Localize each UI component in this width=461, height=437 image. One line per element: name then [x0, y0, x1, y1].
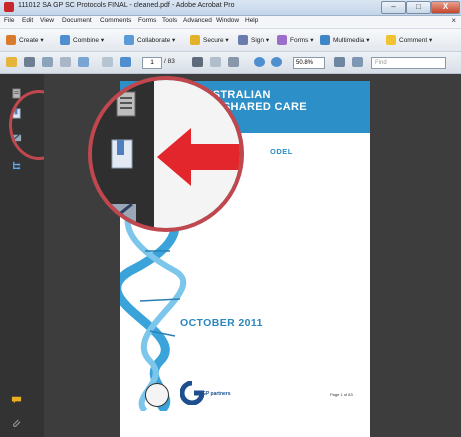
- menu-view[interactable]: View: [40, 17, 54, 24]
- government-crest-logo: [145, 383, 169, 407]
- create-label: Create: [19, 36, 39, 44]
- forms-icon: [277, 35, 287, 45]
- collaborate-button[interactable]: Collaborate ▾: [124, 34, 175, 46]
- film-icon: [320, 35, 330, 45]
- task-toolbar: Create ▾ Combine ▾ Collaborate ▾ Secure …: [0, 29, 461, 52]
- window-title: 111012 SA GP SC Protocols FINAL - cleane…: [18, 2, 235, 9]
- menu-bar: File Edit View Document Comments Forms T…: [0, 16, 461, 29]
- create-button[interactable]: Create ▾: [6, 34, 44, 46]
- attachments-icon[interactable]: [11, 418, 22, 429]
- menu-document[interactable]: Document: [62, 17, 92, 24]
- comment-button[interactable]: Comment ▾: [386, 34, 432, 46]
- document-close-icon[interactable]: ×: [451, 16, 456, 25]
- fit-page-icon[interactable]: [334, 57, 345, 67]
- cover-subtitle: ODEL: [270, 147, 293, 156]
- zoom-in-icon[interactable]: [271, 57, 282, 67]
- close-button[interactable]: X: [431, 1, 460, 14]
- minimize-button[interactable]: –: [381, 1, 406, 14]
- multimedia-label: Multimedia: [333, 36, 365, 44]
- fit-width-icon[interactable]: [352, 57, 363, 67]
- magnified-thumbnails-icon: [116, 91, 136, 117]
- settings-icon[interactable]: [78, 57, 89, 67]
- magnifier-callout: [88, 76, 244, 232]
- menu-advanced[interactable]: Advanced: [183, 17, 212, 24]
- lock-icon: [190, 35, 200, 45]
- sign-label: Sign: [251, 36, 265, 44]
- menu-edit[interactable]: Edit: [22, 17, 33, 24]
- title-bar: 111012 SA GP SC Protocols FINAL - cleane…: [0, 0, 461, 16]
- gp-partners-name: GP partners: [202, 391, 231, 397]
- gp-partners-logo: [180, 381, 204, 405]
- cover-date: OCTOBER 2011: [180, 317, 263, 329]
- combine-icon: [60, 35, 70, 45]
- red-arrow-icon: [157, 128, 240, 186]
- menu-window[interactable]: Window: [216, 17, 239, 24]
- next-page-icon[interactable]: [120, 57, 131, 67]
- magnified-signatures-icon: [110, 202, 136, 222]
- page-total: / 83: [164, 58, 175, 65]
- hand-tool-icon[interactable]: [210, 57, 221, 67]
- menu-file[interactable]: File: [4, 17, 14, 24]
- menu-forms[interactable]: Forms: [138, 17, 156, 24]
- create-icon: [6, 35, 16, 45]
- open-folder-icon[interactable]: [6, 57, 17, 67]
- comment-label: Comment: [399, 36, 428, 44]
- maximize-button[interactable]: □: [406, 1, 431, 14]
- page-number-footer: Page 1 of 83: [330, 392, 353, 397]
- menu-tools[interactable]: Tools: [162, 17, 177, 24]
- zoom-out-icon[interactable]: [254, 57, 265, 67]
- zoom-level-input[interactable]: 50.8%: [293, 57, 325, 69]
- secure-label: Secure: [203, 36, 224, 44]
- pen-icon: [238, 35, 248, 45]
- layers-tree-icon[interactable]: [11, 160, 22, 171]
- save-icon[interactable]: [42, 57, 53, 67]
- combine-button[interactable]: Combine ▾: [60, 34, 104, 46]
- comments-icon[interactable]: [11, 394, 22, 405]
- page-number-input[interactable]: 1: [142, 57, 162, 69]
- email-icon[interactable]: [60, 57, 71, 67]
- comment-icon: [386, 35, 396, 45]
- find-input[interactable]: Find: [371, 57, 446, 69]
- menu-help[interactable]: Help: [245, 17, 258, 24]
- select-tool-icon[interactable]: [192, 57, 203, 67]
- acrobat-window: 111012 SA GP SC Protocols FINAL - cleane…: [0, 0, 461, 437]
- collaborate-label: Collaborate: [137, 36, 171, 44]
- forms-label: Forms: [290, 36, 309, 44]
- multimedia-button[interactable]: Multimedia ▾: [320, 34, 370, 46]
- combine-label: Combine: [73, 36, 100, 44]
- acrobat-app-icon: [4, 2, 14, 12]
- menu-comments[interactable]: Comments: [100, 17, 131, 24]
- marquee-zoom-icon[interactable]: [228, 57, 239, 67]
- magnified-bookmarks-icon: [111, 139, 133, 169]
- sign-button[interactable]: Sign ▾: [238, 34, 269, 46]
- previous-page-icon[interactable]: [102, 57, 113, 67]
- navigation-toolbar: 1 / 83 50.8% Find: [0, 52, 461, 74]
- collaborate-icon: [124, 35, 134, 45]
- secure-button[interactable]: Secure ▾: [190, 34, 229, 46]
- forms-button[interactable]: Forms ▾: [277, 34, 314, 46]
- print-icon[interactable]: [24, 57, 35, 67]
